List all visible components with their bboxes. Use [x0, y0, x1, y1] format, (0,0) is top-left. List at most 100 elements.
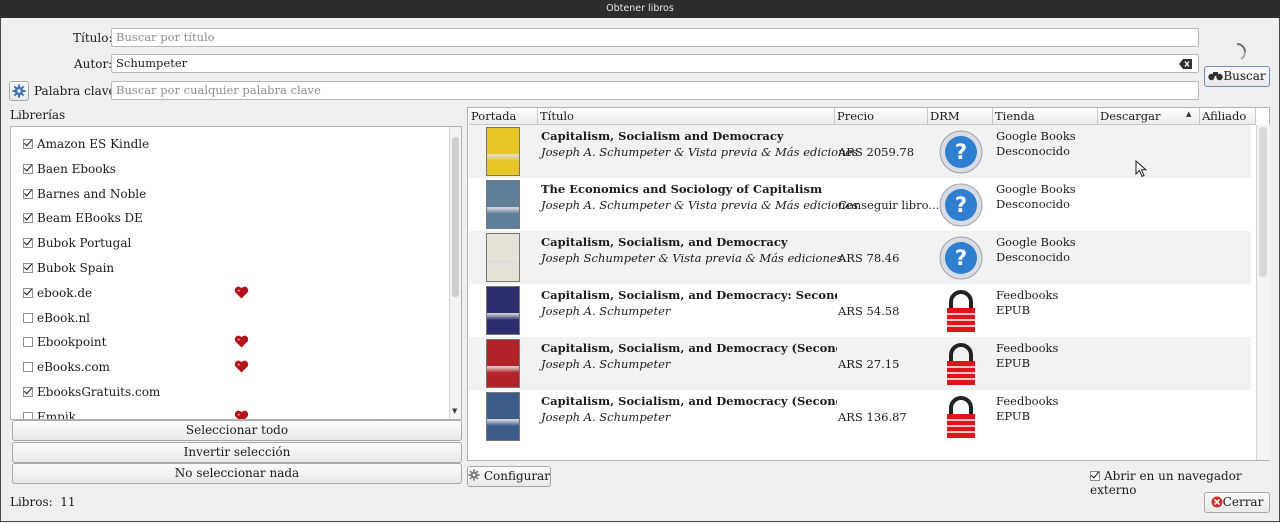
book-title: Capitalism, Socialism, and Democracy (Se… — [541, 394, 837, 408]
libraries-scrollbar[interactable]: ▼ — [449, 127, 461, 419]
results-scrollbar[interactable] — [1256, 125, 1270, 460]
library-item[interactable]: Baen Ebooks — [23, 162, 116, 178]
book-cover — [486, 392, 520, 441]
library-item[interactable]: ebook.de — [23, 286, 92, 302]
column-header-descargar[interactable]: Descargar — [1098, 108, 1200, 125]
keyword-label: Palabra clave: — [34, 84, 120, 98]
book-author: Joseph Schumpeter & Vista previa & Más e… — [541, 251, 843, 265]
library-item[interactable]: Bubok Spain — [23, 261, 114, 277]
result-row[interactable]: Capitalism, Socialism, and Democracy: Se… — [469, 284, 1251, 337]
library-item[interactable]: Bubok Portugal — [23, 236, 131, 252]
library-label: Baen Ebooks — [37, 161, 116, 176]
results-scroll-thumb[interactable] — [1259, 127, 1267, 277]
keyword-input[interactable]: Buscar por cualquier palabra clave — [111, 81, 1199, 100]
book-title: The Economics and Sociology of Capitalis… — [541, 182, 823, 196]
library-label: Beam EBooks DE — [37, 211, 143, 226]
book-cover — [486, 286, 520, 335]
library-item[interactable]: eBook.nl — [23, 311, 90, 327]
library-checkbox[interactable] — [23, 163, 33, 174]
library-checkbox[interactable] — [23, 263, 33, 273]
result-row[interactable]: The Economics and Sociology of Capitalis… — [469, 178, 1251, 231]
library-checkbox[interactable] — [23, 188, 33, 199]
library-item[interactable]: Empik — [23, 410, 76, 419]
author-label-text: Autor: — [74, 57, 113, 71]
libraries-heading: Librerías — [10, 108, 66, 122]
book-price: ARS 78.46 — [838, 251, 900, 265]
svg-text:?: ? — [955, 140, 967, 164]
book-author: Joseph A. Schumpeter & Vista previa & Má… — [541, 145, 859, 159]
result-row[interactable]: Capitalism, Socialism, and Democracy (Se… — [469, 337, 1251, 390]
scroll-down-arrow-icon[interactable]: ▼ — [452, 407, 457, 415]
column-header-portada[interactable]: Portada — [469, 108, 538, 125]
open-external-check[interactable] — [1090, 471, 1100, 481]
store-info: Google Books Desconocido — [996, 129, 1076, 159]
library-checkbox[interactable] — [23, 139, 33, 149]
author-label: Autor: — [74, 57, 112, 71]
title-placeholder: Buscar por título — [116, 30, 215, 44]
keyword-settings-button[interactable] — [9, 81, 29, 101]
clear-text-icon[interactable] — [1179, 59, 1192, 69]
book-cover — [486, 233, 520, 282]
library-checkbox[interactable] — [23, 213, 33, 224]
heart-icon — [234, 336, 249, 348]
column-header-drm[interactable]: DRM — [928, 108, 993, 125]
library-label: Ebookpoint — [37, 335, 107, 350]
heart-icon — [234, 410, 249, 419]
library-item[interactable]: Ebookpoint — [23, 335, 106, 351]
library-label: ebook.de — [37, 285, 93, 300]
column-header-afiliado[interactable]: Afiliado — [1200, 108, 1256, 125]
author-input[interactable]: Schumpeter — [111, 54, 1199, 73]
book-count: Libros: 11 — [10, 495, 76, 509]
select-none-button[interactable]: No seleccionar nada — [12, 463, 462, 484]
column-header-tienda[interactable]: Tienda — [993, 108, 1098, 125]
library-checkbox[interactable] — [23, 312, 33, 323]
library-checkbox[interactable] — [23, 362, 33, 373]
library-item[interactable]: eBooks.com — [23, 360, 110, 376]
column-header-título[interactable]: Título — [538, 108, 835, 125]
library-checkbox[interactable] — [23, 287, 33, 298]
store-info: Feedbooks EPUB — [996, 341, 1058, 371]
library-label: Bubok Portugal — [37, 236, 132, 251]
book-cover — [486, 127, 520, 176]
library-checkbox[interactable] — [23, 238, 33, 249]
library-label: eBook.nl — [37, 310, 91, 325]
result-row[interactable]: Capitalism, Socialism, and Democracy Jose… — [469, 231, 1251, 284]
gear-icon — [468, 469, 480, 481]
store-name: Feedbooks — [996, 341, 1059, 355]
title-input[interactable]: Buscar por título — [111, 28, 1199, 47]
lock-icon — [947, 343, 975, 385]
configure-button[interactable]: Configurar — [467, 466, 551, 487]
svg-text:?: ? — [955, 193, 967, 217]
library-checkbox[interactable] — [23, 337, 33, 348]
svg-text:?: ? — [955, 246, 967, 270]
library-label: eBooks.com — [37, 360, 110, 375]
author-value: Schumpeter — [116, 56, 188, 70]
library-checkbox[interactable] — [23, 387, 33, 397]
book-price: Conseguir libro... — [838, 198, 940, 212]
result-row[interactable]: Capitalism, Socialism, and Democracy (Se… — [469, 390, 1251, 443]
library-label: EbooksGratuits.com — [37, 385, 161, 399]
result-row[interactable]: Capitalism, Socialism and Democracy Josep… — [469, 125, 1251, 178]
book-cover — [486, 339, 520, 388]
library-checkbox[interactable] — [23, 411, 33, 419]
library-item[interactable]: Beam EBooks DE — [23, 211, 143, 227]
question-icon: ? — [939, 183, 983, 227]
libraries-scroll-thumb[interactable] — [452, 137, 459, 297]
select-all-button[interactable]: Seleccionar todo — [12, 420, 462, 441]
close-button[interactable]: Cerrar — [1204, 492, 1270, 513]
library-item[interactable]: Amazon ES Kindle — [23, 137, 149, 153]
library-item[interactable]: Barnes and Noble — [23, 187, 146, 203]
store-name: Google Books — [996, 182, 1076, 196]
lock-icon — [947, 290, 975, 332]
search-button[interactable]: Buscar — [1204, 66, 1270, 87]
invert-selection-button[interactable]: Invertir selección — [12, 442, 462, 463]
libraries-list[interactable]: Amazon ES Kindle Baen Ebooks Barnes and No… — [10, 126, 462, 420]
store-info: Feedbooks EPUB — [996, 288, 1058, 318]
library-label: Barnes and Noble — [37, 186, 147, 201]
column-header-precio[interactable]: Precio — [835, 108, 928, 125]
book-title: Capitalism, Socialism, and Democracy (Se… — [541, 341, 837, 355]
store-format: EPUB — [996, 409, 1031, 423]
store-info: Feedbooks EPUB — [996, 394, 1058, 424]
library-item[interactable]: EbooksGratuits.com — [23, 385, 160, 401]
book-cover — [486, 180, 520, 229]
